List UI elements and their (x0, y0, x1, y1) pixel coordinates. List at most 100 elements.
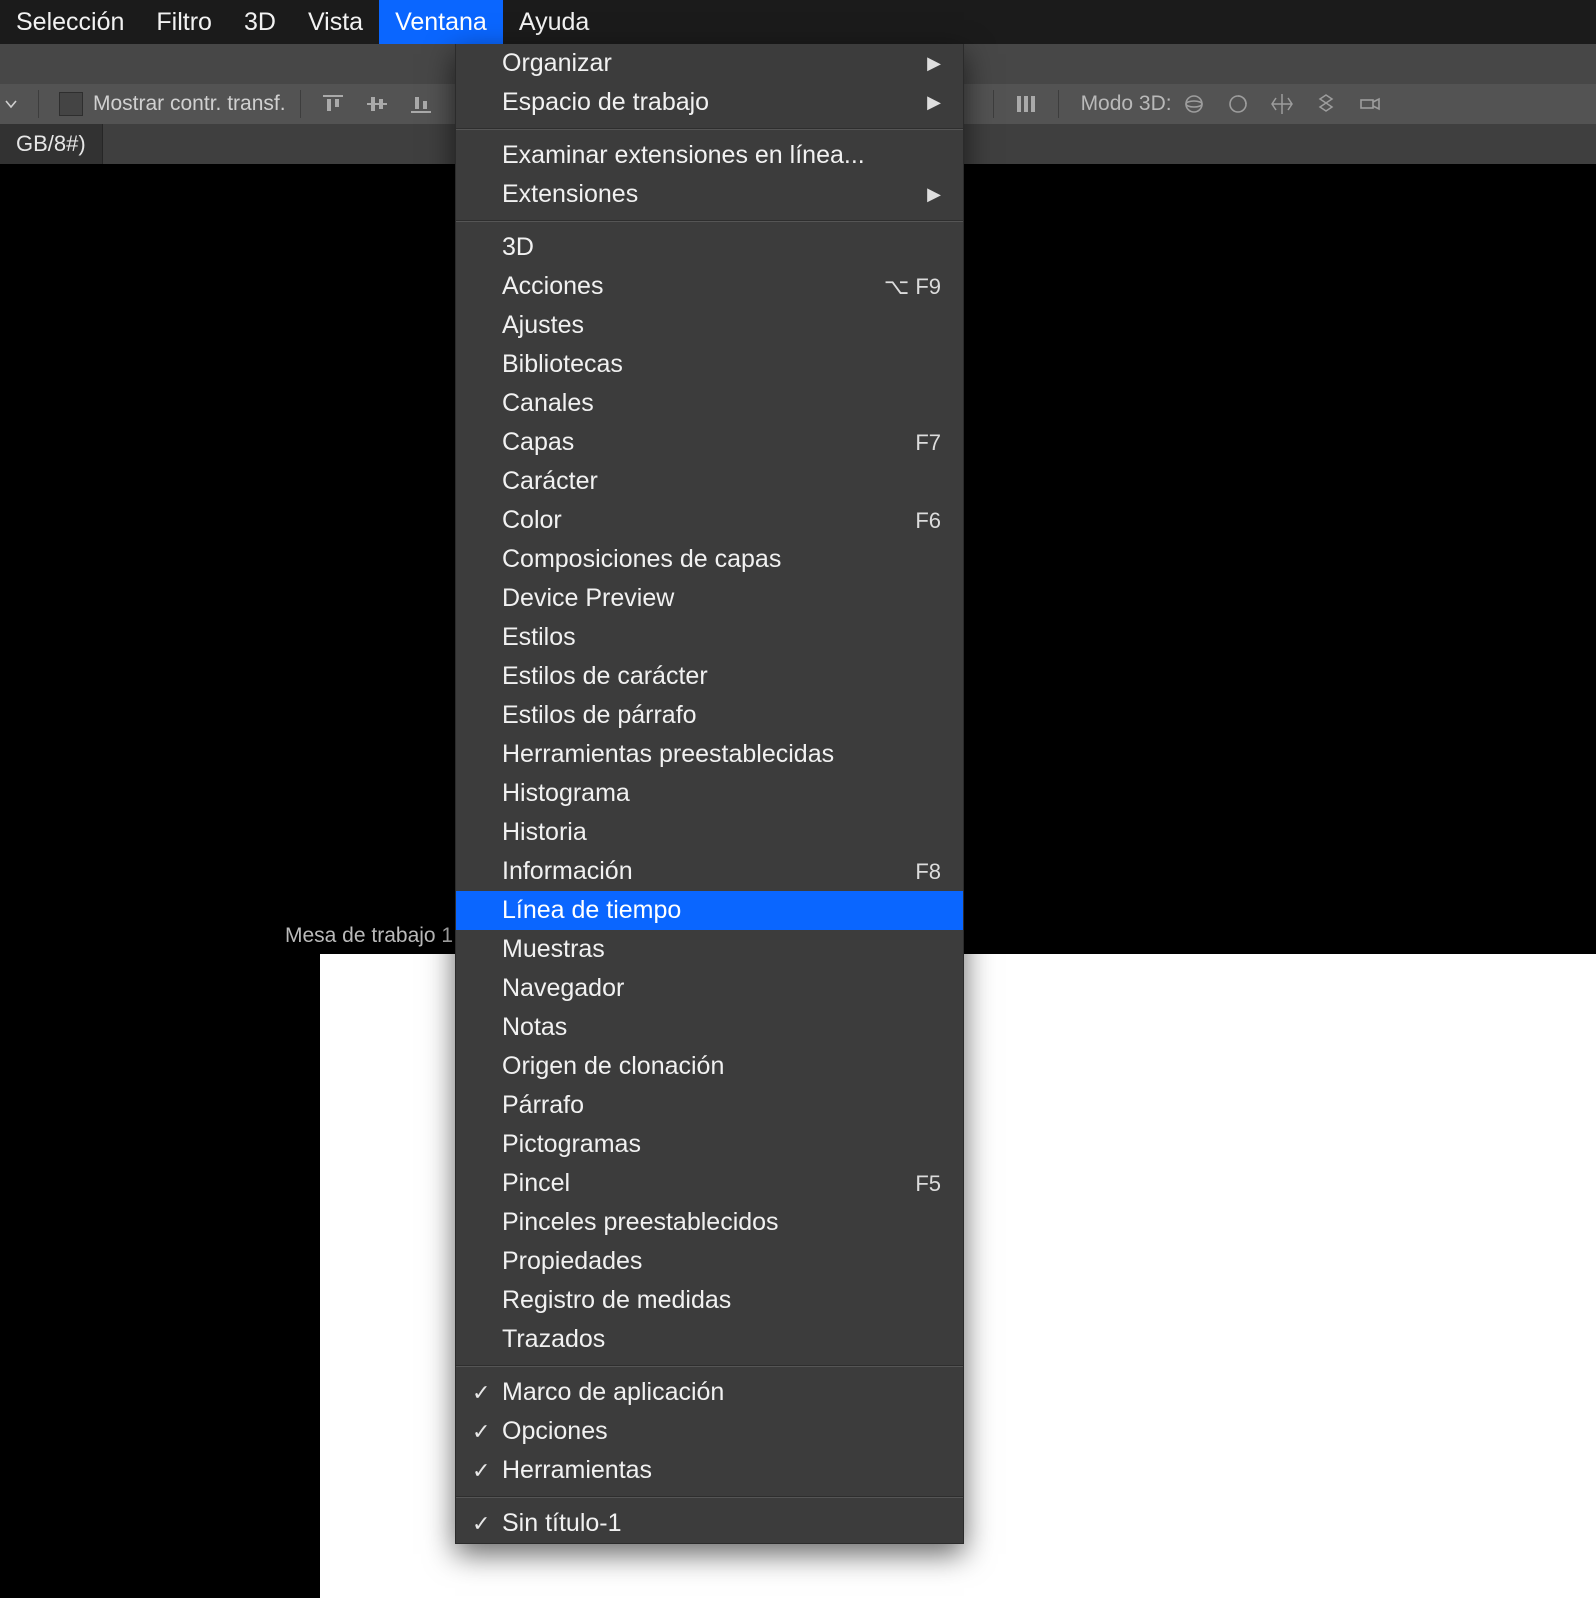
3d-slide-icon[interactable] (1312, 90, 1340, 118)
panel-toggle-icon[interactable] (1012, 90, 1040, 118)
menu-item[interactable]: Navegador (456, 969, 963, 1008)
menu-item[interactable]: Examinar extensiones en línea... (456, 136, 963, 175)
show-transform-controls-checkbox[interactable] (59, 92, 83, 116)
ventana-dropdown: Organizar ▶ Espacio de trabajo ▶ Examinar ex… (455, 44, 964, 1544)
menu-item-label: Carácter (502, 467, 598, 496)
3d-camera-icon[interactable] (1356, 90, 1384, 118)
menu-item[interactable]: ColorF6 (456, 501, 963, 540)
menu-item-label: Espacio de trabajo (502, 88, 709, 117)
submenu-arrow-icon: ▶ (927, 53, 941, 74)
menu-item[interactable]: Registro de medidas (456, 1281, 963, 1320)
menu-item-label: Estilos de carácter (502, 662, 708, 691)
submenu-arrow-icon: ▶ (927, 92, 941, 113)
menu-item[interactable]: Device Preview (456, 579, 963, 618)
menu-item[interactable]: Propiedades (456, 1242, 963, 1281)
menu-item[interactable]: Historia (456, 813, 963, 852)
align-vcenter-icon[interactable] (363, 90, 391, 118)
menu-item-label: Bibliotecas (502, 350, 623, 379)
menu-separator (456, 1496, 963, 1498)
menu-item-label: Origen de clonación (502, 1052, 724, 1081)
menu-shortcut: F8 (915, 859, 941, 885)
menu-item[interactable]: Composiciones de capas (456, 540, 963, 579)
menu-item[interactable]: ✓Sin título-1 (456, 1504, 963, 1543)
menu-item-label: Estilos (502, 623, 576, 652)
3d-pan-icon[interactable] (1268, 90, 1296, 118)
menu-item-label: Examinar extensiones en línea... (502, 141, 865, 170)
menu-separator (456, 220, 963, 222)
menu-item-label: Información (502, 857, 633, 886)
tool-preset-dropdown-icon[interactable] (0, 93, 22, 115)
menu-item-label: Organizar (502, 49, 612, 78)
menu-item-label: Ajustes (502, 311, 584, 340)
menu-item[interactable]: Origen de clonación (456, 1047, 963, 1086)
menu-separator (456, 1365, 963, 1367)
check-icon: ✓ (472, 1419, 490, 1445)
menu-seleccion[interactable]: Selección (0, 0, 140, 44)
menu-item[interactable]: PincelF5 (456, 1164, 963, 1203)
menu-item-label: Extensiones (502, 180, 638, 209)
menu-item[interactable]: Canales (456, 384, 963, 423)
menu-ventana[interactable]: Ventana (379, 0, 503, 44)
menu-filtro[interactable]: Filtro (140, 0, 228, 44)
submenu-arrow-icon: ▶ (927, 184, 941, 205)
align-bottom-icon[interactable] (407, 90, 435, 118)
menu-item[interactable]: Línea de tiempo (456, 891, 963, 930)
document-tab[interactable]: GB/8#) (0, 124, 103, 164)
menu-item-label: Estilos de párrafo (502, 701, 697, 730)
menu-item-label: Opciones (502, 1417, 608, 1446)
3d-roll-icon[interactable] (1224, 90, 1252, 118)
menu-separator (456, 128, 963, 130)
menu-item[interactable]: Estilos de carácter (456, 657, 963, 696)
menu-item-label: Canales (502, 389, 594, 418)
menu-item[interactable]: Notas (456, 1008, 963, 1047)
menu-item[interactable]: Extensiones ▶ (456, 175, 963, 214)
menu-item[interactable]: Estilos (456, 618, 963, 657)
menu-item-label: Composiciones de capas (502, 545, 781, 574)
menu-item[interactable]: Organizar ▶ (456, 44, 963, 83)
menu-item[interactable]: Estilos de párrafo (456, 696, 963, 735)
menu-shortcut: ⌥ F9 (884, 274, 941, 300)
menu-item-label: Pictogramas (502, 1130, 641, 1159)
menu-item-label: Capas (502, 428, 574, 457)
menu-item[interactable]: Ajustes (456, 306, 963, 345)
menu-item[interactable]: Pinceles preestablecidos (456, 1203, 963, 1242)
menu-shortcut: F7 (915, 430, 941, 456)
menu-item-label: Device Preview (502, 584, 674, 613)
menu-item[interactable]: Párrafo (456, 1086, 963, 1125)
menu-item-label: Herramientas preestablecidas (502, 740, 834, 769)
menu-item[interactable]: Trazados (456, 1320, 963, 1359)
menu-item-label: Muestras (502, 935, 605, 964)
3d-orbit-icon[interactable] (1180, 90, 1208, 118)
menu-item-label: Acciones (502, 272, 603, 301)
menu-item-label: Color (502, 506, 562, 535)
menu-vista[interactable]: Vista (292, 0, 379, 44)
menu-item[interactable]: Bibliotecas (456, 345, 963, 384)
menu-item-label: Herramientas (502, 1456, 652, 1485)
menu-3d[interactable]: 3D (228, 0, 292, 44)
menu-item[interactable]: Capas F7 (456, 423, 963, 462)
menu-item[interactable]: Herramientas preestablecidas (456, 735, 963, 774)
menu-item-label: Historia (502, 818, 587, 847)
check-icon: ✓ (472, 1511, 490, 1537)
menu-item[interactable]: Acciones ⌥ F9 (456, 267, 963, 306)
menu-item[interactable]: 3D (456, 228, 963, 267)
menu-item[interactable]: ✓Herramientas (456, 1451, 963, 1490)
menu-item[interactable]: ✓ Opciones (456, 1412, 963, 1451)
menu-item-label: Línea de tiempo (502, 896, 681, 925)
menu-item[interactable]: Muestras (456, 930, 963, 969)
menu-item[interactable]: Pictogramas (456, 1125, 963, 1164)
menu-item-label: Notas (502, 1013, 567, 1042)
menu-item[interactable]: Histograma (456, 774, 963, 813)
show-transform-controls-label: Mostrar contr. transf. (93, 92, 286, 116)
menu-item[interactable]: Información F8 (456, 852, 963, 891)
menu-item[interactable]: Espacio de trabajo ▶ (456, 83, 963, 122)
menu-item-label: Trazados (502, 1325, 605, 1354)
menu-item[interactable]: ✓Marco de aplicación (456, 1373, 963, 1412)
separator (300, 90, 301, 118)
separator (38, 90, 39, 118)
menu-item[interactable]: Carácter (456, 462, 963, 501)
align-top-icon[interactable] (319, 90, 347, 118)
separator (1058, 90, 1059, 118)
artboard-label[interactable]: Mesa de trabajo 1 (285, 924, 453, 948)
menu-ayuda[interactable]: Ayuda (503, 0, 605, 44)
